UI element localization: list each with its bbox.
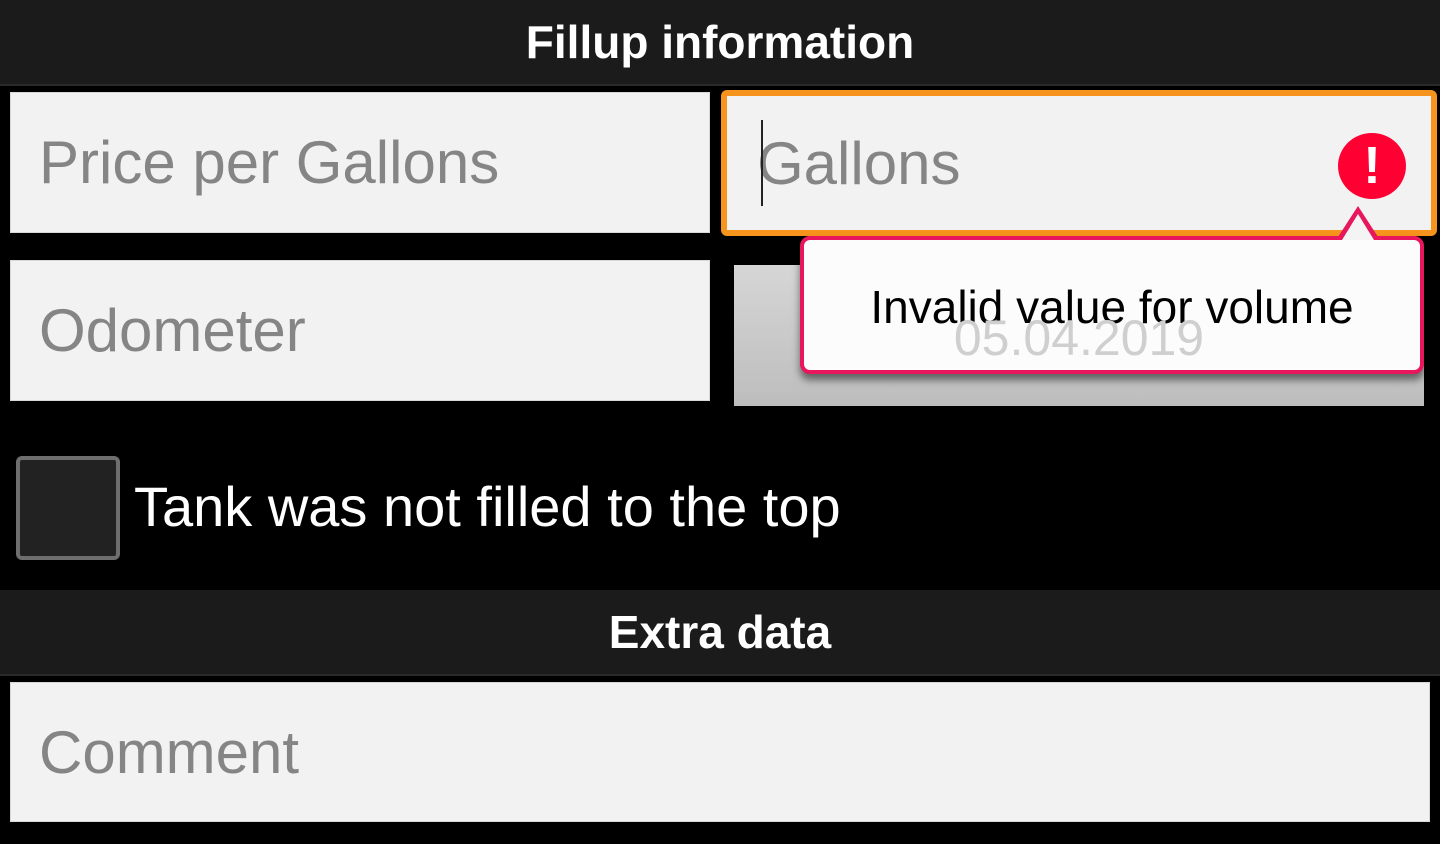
popup-arrow-fill bbox=[1342, 214, 1374, 240]
extra-data-header: Extra data bbox=[0, 590, 1440, 676]
placeholder: Price per Gallons bbox=[39, 129, 500, 196]
section-title: Fillup information bbox=[525, 16, 915, 68]
checkbox-label[interactable]: Tank was not filled to the top bbox=[134, 474, 841, 539]
fillup-information-header: Fillup information bbox=[0, 0, 1440, 86]
error-popup: Invalid value for volume bbox=[800, 236, 1424, 374]
placeholder: Gallons bbox=[757, 129, 961, 197]
exclamation-icon[interactable]: ! bbox=[1338, 133, 1406, 199]
text-cursor bbox=[761, 120, 763, 206]
comment-input[interactable]: Comment bbox=[10, 682, 1430, 822]
tank-not-full-checkbox[interactable] bbox=[16, 456, 120, 560]
odometer-input[interactable]: Odometer bbox=[10, 260, 710, 401]
gallons-input[interactable]: Gallons ! bbox=[721, 90, 1437, 236]
price-per-gallon-input[interactable]: Price per Gallons bbox=[10, 92, 710, 233]
error-message: Invalid value for volume bbox=[870, 281, 1354, 333]
placeholder: Comment bbox=[39, 718, 300, 786]
section-title: Extra data bbox=[608, 606, 832, 658]
placeholder: Odometer bbox=[39, 297, 306, 364]
